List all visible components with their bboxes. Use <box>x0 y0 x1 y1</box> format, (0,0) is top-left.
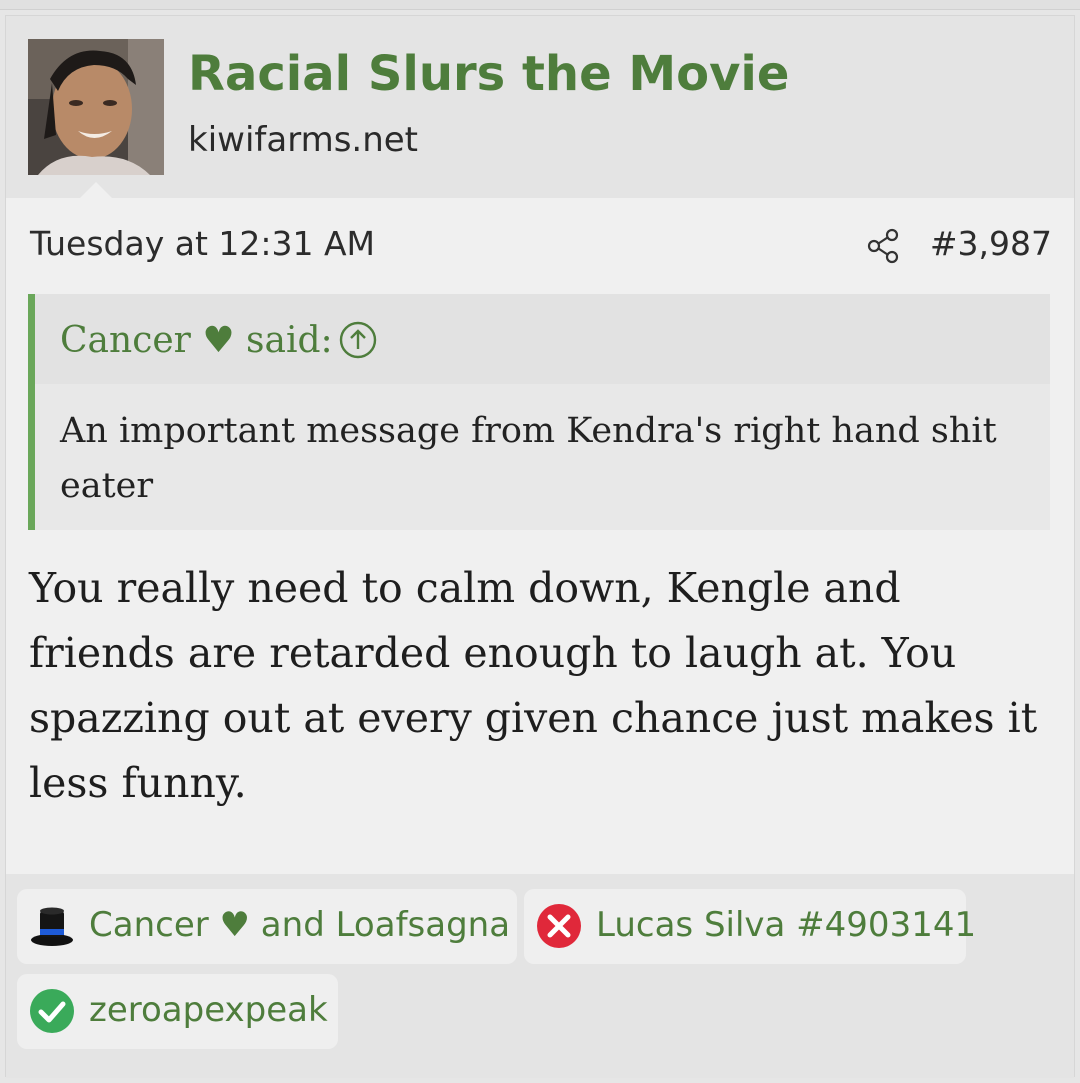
quote-header: Cancer ♥ said: <box>35 294 1050 384</box>
share-icon[interactable] <box>864 226 904 266</box>
top-hat-icon <box>29 903 75 949</box>
reaction-chip[interactable]: Lucas Silva #4903141 <box>524 889 976 964</box>
site-name: kiwifarms.net <box>188 120 419 160</box>
post-date[interactable]: Tuesday at 12:31 AM <box>30 224 375 263</box>
reaction-label: Lucas Silva #4903141 <box>596 905 977 945</box>
quote-author[interactable]: Cancer ♥ said: <box>60 320 333 361</box>
message-body: You really need to calm down, Kengle and… <box>29 564 1038 807</box>
avatar-photo <box>28 39 164 175</box>
quote-text: An important message from Kendra's right… <box>60 411 997 506</box>
avatar[interactable] <box>28 39 164 175</box>
post-number[interactable]: #3,987 <box>930 224 1052 263</box>
red-x-icon <box>536 903 582 949</box>
reaction-chip[interactable]: zeroapexpeak <box>17 974 338 1049</box>
post-meta: Tuesday at 12:31 AM #3,987 <box>30 222 1052 268</box>
post-header: Racial Slurs the Movie kiwifarms.net <box>6 16 1074 198</box>
top-bar <box>0 0 1080 10</box>
header-caret <box>80 182 112 198</box>
thread-title[interactable]: Racial Slurs the Movie <box>188 46 789 102</box>
forum-post: Racial Slurs the Movie kiwifarms.net Tue… <box>5 15 1075 1078</box>
reaction-chip[interactable]: Cancer ♥ and Loafsagna <box>17 889 517 964</box>
quote-block: Cancer ♥ said: An important message from… <box>28 294 1050 530</box>
arrow-up-circle-icon[interactable] <box>338 320 378 360</box>
reaction-label: zeroapexpeak <box>89 990 328 1030</box>
reactions-bar: Cancer ♥ and Loafsagna Lucas Silva #4903… <box>6 874 1074 1078</box>
quote-body: An important message from Kendra's right… <box>35 384 1050 530</box>
reaction-label: Cancer ♥ and Loafsagna <box>89 905 511 945</box>
green-check-icon <box>29 988 75 1034</box>
